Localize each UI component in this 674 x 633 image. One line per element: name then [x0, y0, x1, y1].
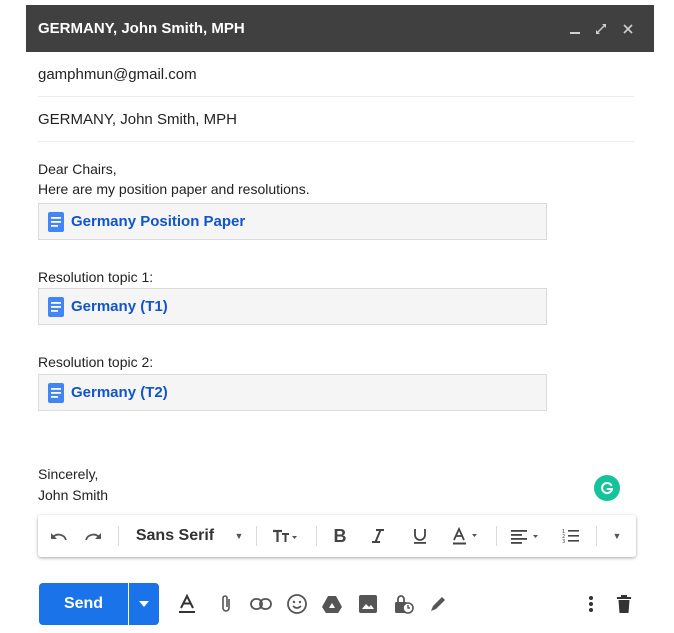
attachment-chip-position-paper[interactable]: Germany Position Paper — [38, 203, 547, 240]
font-family-label: Sans Serif — [135, 527, 215, 544]
drive-icon[interactable] — [318, 583, 346, 625]
schedule-send-button[interactable] — [129, 583, 159, 625]
to-field[interactable]: gamphmun@gmail.com — [38, 53, 634, 97]
more-formatting-icon[interactable]: ▼ — [604, 515, 630, 557]
topic1-label: Resolution topic 1: — [38, 269, 154, 285]
signature-text: John Smith — [38, 487, 109, 503]
attachment-label: Germany Position Paper — [71, 213, 246, 230]
compose-title-bar[interactable]: GERMANY, John Smith, MPH — [26, 5, 654, 52]
formatting-icon[interactable] — [173, 583, 201, 625]
underline-icon[interactable] — [408, 515, 432, 557]
link-icon[interactable] — [247, 583, 275, 625]
undo-icon[interactable] — [46, 515, 72, 557]
caret-down-icon — [139, 601, 149, 607]
send-button[interactable]: Send — [39, 583, 128, 625]
attachment-chip-t2[interactable]: Germany (T2) — [38, 374, 547, 411]
closing-text: Sincerely, — [38, 466, 99, 482]
attachment-chip-t1[interactable]: Germany (T1) — [38, 288, 547, 325]
italic-icon[interactable] — [366, 515, 390, 557]
compose-title: GERMANY, John Smith, MPH — [38, 20, 245, 37]
font-family-caret-icon[interactable]: ▼ — [232, 515, 246, 557]
confidential-mode-icon[interactable] — [389, 583, 417, 625]
photo-icon[interactable] — [354, 583, 382, 625]
google-docs-icon — [48, 296, 64, 317]
emoji-icon[interactable] — [283, 583, 311, 625]
align-icon[interactable] — [506, 515, 546, 557]
formatting-toolbar: Sans Serif ▼ B 1 2 3 ▼ — [38, 515, 636, 557]
subject-field[interactable]: GERMANY, John Smith, MPH — [38, 98, 634, 142]
numbered-list-icon[interactable]: 1 2 3 — [558, 515, 584, 557]
font-family-select[interactable]: Sans Serif — [132, 515, 218, 557]
recipient-email: gamphmun@gmail.com — [38, 66, 197, 83]
svg-text:3: 3 — [562, 539, 565, 544]
signature-icon[interactable] — [424, 583, 452, 625]
text-color-icon[interactable] — [448, 515, 486, 557]
expand-icon[interactable] — [591, 5, 611, 52]
send-label: Send — [63, 595, 104, 612]
attachment-label: Germany (T1) — [71, 298, 168, 315]
subject-value: GERMANY, John Smith, MPH — [38, 111, 237, 128]
minimize-icon[interactable] — [565, 5, 585, 52]
delete-icon[interactable] — [610, 583, 638, 625]
more-options-icon[interactable] — [577, 583, 605, 625]
intro-text: Here are my position paper and resolutio… — [38, 181, 310, 197]
grammarly-icon[interactable] — [594, 475, 620, 501]
google-docs-icon — [48, 382, 64, 403]
attachment-label: Germany (T2) — [71, 384, 168, 401]
google-docs-icon — [48, 211, 64, 232]
topic2-label: Resolution topic 2: — [38, 354, 154, 370]
attach-icon[interactable] — [212, 583, 240, 625]
close-icon[interactable] — [618, 5, 638, 52]
greeting-text: Dear Chairs, — [38, 161, 117, 177]
bold-icon[interactable]: B — [328, 515, 352, 557]
font-size-icon[interactable] — [266, 515, 304, 557]
redo-icon[interactable] — [80, 515, 106, 557]
